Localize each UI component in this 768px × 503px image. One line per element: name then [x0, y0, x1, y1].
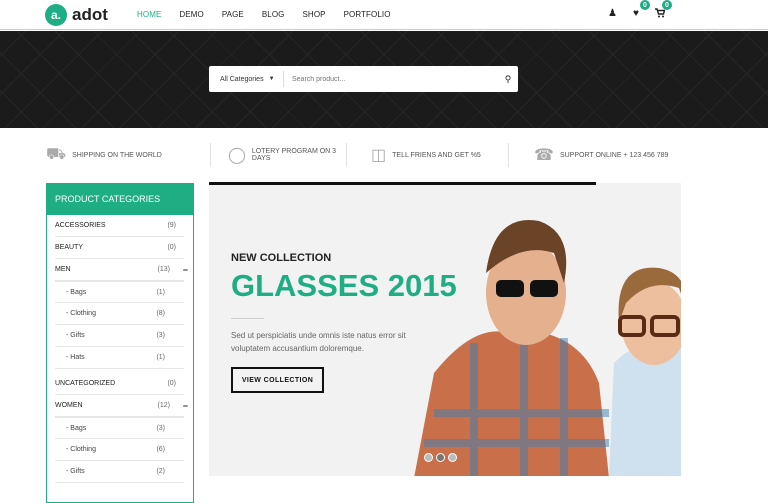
category-count: (9): [167, 222, 176, 229]
subcategory-item[interactable]: - Bags (3): [55, 417, 184, 439]
category-label: BEAUTY: [55, 244, 84, 251]
subcategory-item[interactable]: - Hats (1): [55, 347, 184, 369]
cart-badge: 0: [661, 0, 672, 10]
nav-page[interactable]: PAGE: [222, 10, 244, 19]
slider-dot[interactable]: [424, 453, 433, 462]
category-label: - Bags: [66, 288, 87, 296]
search-bar: All Categories ▼ ⚲: [209, 66, 518, 92]
category-select-value: All Categories: [220, 75, 264, 83]
category-label: - Bags: [66, 424, 87, 432]
category-label: - Clothing: [66, 310, 96, 317]
hero-slider: NEW COLLECTION GLASSES 2015 Sed ut persp…: [209, 183, 681, 476]
nav-demo[interactable]: DEMO: [179, 10, 203, 19]
slide-progress-bar: [209, 182, 597, 185]
slider-dot[interactable]: [436, 453, 445, 462]
slide-kicker: NEW COLLECTION: [231, 252, 332, 264]
feature-label: SHIPPING ON THE WORLD: [72, 151, 162, 159]
logo-mark: a.: [45, 4, 67, 26]
feature-referral: ◫ TELL FRIENS AND GET %5: [347, 143, 509, 167]
wishlist-icon[interactable]: ♥ 0: [633, 0, 650, 21]
site-header: a. adot HOME DEMO PAGE BLOG SHOP PORTFOL…: [0, 0, 768, 30]
logo-text: adot: [72, 5, 108, 24]
subcategory-item[interactable]: - Gifts (3): [55, 325, 184, 347]
category-label: ACCESSORIES: [55, 222, 106, 229]
nav-shop[interactable]: SHOP: [303, 10, 326, 19]
category-label: - Gifts: [66, 332, 85, 339]
category-item[interactable]: ACCESSORIES (9): [55, 215, 184, 237]
subcategory-item[interactable]: - Bags (1): [55, 281, 184, 303]
slider-dot[interactable]: [448, 453, 457, 462]
slider-pagination: [424, 453, 457, 462]
view-collection-button[interactable]: VIEW COLLECTION: [231, 367, 324, 393]
product-categories: PRODUCT CATEGORIES ACCESSORIES (9) BEAUTY (…: [46, 183, 194, 503]
wishlist-badge: 0: [639, 0, 650, 10]
feature-label: SUPPORT ONLINE + 123 456 789: [559, 151, 669, 159]
feature-label: TELL FRIENS AND GET %5: [392, 151, 481, 159]
gift-icon: ◫: [371, 147, 387, 164]
category-label: UNCATEGORIZED: [55, 380, 116, 387]
nav-home[interactable]: HOME: [137, 10, 161, 19]
search-icon[interactable]: ⚲: [498, 74, 518, 85]
phone-icon: ☎: [534, 147, 554, 164]
category-count: (2): [156, 468, 165, 475]
collapse-toggle[interactable]: −: [183, 265, 188, 275]
models-photo: [414, 220, 681, 476]
category-label: - Clothing: [66, 446, 96, 453]
features-strip: ⛟ SHIPPING ON THE WORLD ◯ LOTERY PROGRAM O…: [46, 143, 676, 167]
feature-lottery: ◯ LOTERY PROGRAM ON 3 DAYS: [211, 143, 347, 167]
piggy-bank-icon: ◯: [228, 147, 246, 164]
nav-portfolio[interactable]: PORTFOLIO: [344, 10, 391, 19]
subcategory-item[interactable]: - Clothing (6): [55, 439, 184, 461]
category-count: (0): [167, 244, 176, 251]
divider: [231, 318, 264, 319]
category-count: (8): [156, 310, 165, 317]
feature-support: ☎ SUPPORT ONLINE + 123 456 789: [509, 143, 668, 167]
feature-shipping: ⛟ SHIPPING ON THE WORLD: [46, 143, 211, 167]
truck-icon: ⛟: [46, 146, 67, 163]
category-item[interactable]: BEAUTY (0): [55, 237, 184, 259]
category-label: MEN: [55, 266, 71, 273]
category-count: (6): [156, 446, 165, 453]
subcategory-item[interactable]: - Clothing (8): [55, 303, 184, 325]
category-count: (13): [157, 266, 170, 273]
caret-down-icon: ▼: [268, 76, 275, 82]
user-icon[interactable]: ♟: [608, 8, 617, 21]
subcategory-item[interactable]: - Gifts (2): [55, 461, 184, 483]
category-count: (3): [156, 332, 165, 339]
nav-blog[interactable]: BLOG: [262, 10, 285, 19]
category-select[interactable]: All Categories ▼: [209, 71, 284, 87]
main-nav: HOME DEMO PAGE BLOG SHOP PORTFOLIO: [137, 10, 409, 19]
category-count: (1): [156, 288, 165, 296]
collapse-toggle[interactable]: −: [183, 401, 188, 411]
category-label: - Gifts: [66, 468, 85, 475]
category-count: (3): [156, 424, 165, 432]
logo[interactable]: a. adot: [45, 4, 108, 26]
feature-label: LOTERY PROGRAM ON 3 DAYS: [251, 148, 337, 162]
slide-description: Sed ut perspiciatis unde omnis iste natu…: [231, 331, 406, 353]
category-item[interactable]: UNCATEGORIZED (0): [55, 373, 184, 395]
category-item[interactable]: WOMEN (12) −: [55, 395, 188, 417]
category-label: WOMEN: [55, 402, 83, 409]
sidebar-title: PRODUCT CATEGORIES: [46, 183, 194, 215]
category-count: (1): [156, 354, 165, 361]
category-count: (0): [167, 380, 176, 387]
search-input[interactable]: [284, 75, 498, 83]
category-count: (12): [157, 402, 170, 409]
category-label: - Hats: [66, 354, 85, 361]
category-item[interactable]: MEN (13) −: [55, 259, 188, 281]
cart-icon[interactable]: 0: [654, 0, 672, 21]
